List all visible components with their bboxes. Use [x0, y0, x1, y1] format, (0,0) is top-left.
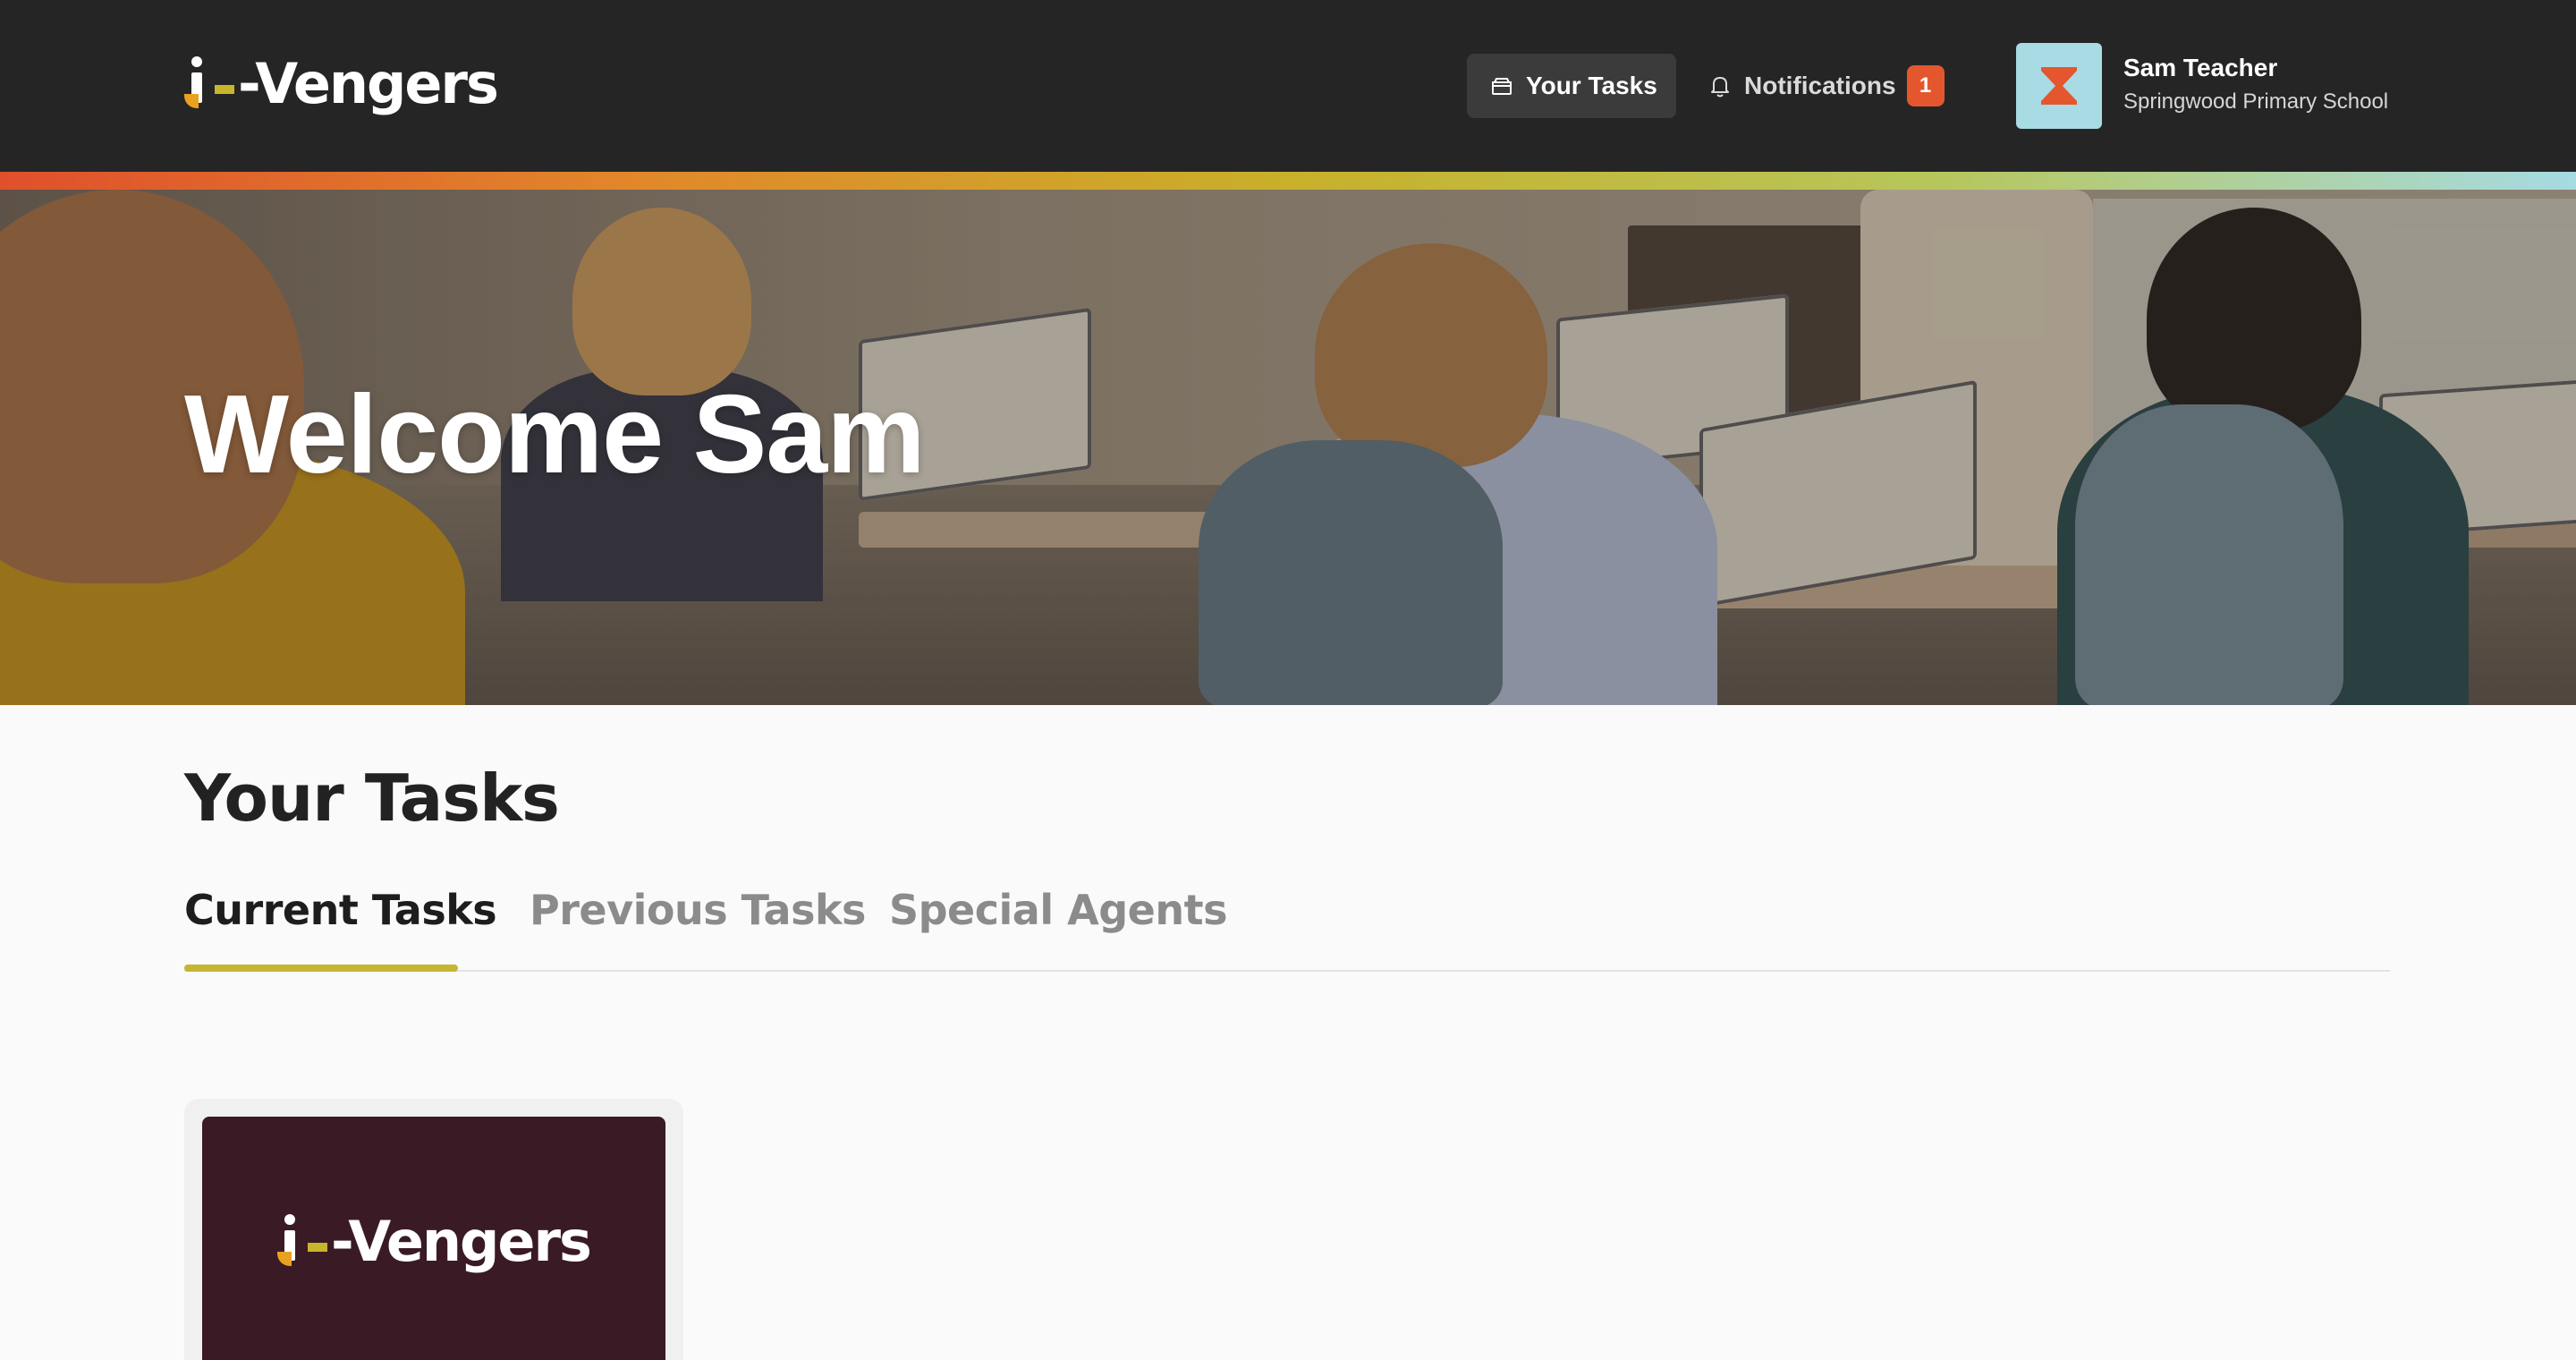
tab-special-agents[interactable]: Special Agents	[889, 886, 1227, 934]
user-school: Springwood Primary School	[2123, 89, 2389, 114]
task-card-logo: -Vengers	[277, 1209, 592, 1274]
task-tabs: Current Tasks Previous Tasks Special Age…	[184, 877, 2390, 972]
avatar[interactable]	[2016, 43, 2102, 129]
nav-your-tasks-label: Your Tasks	[1526, 72, 1657, 99]
tab-previous-tasks[interactable]: Previous Tasks	[530, 886, 866, 934]
hourglass-icon	[2041, 67, 2077, 105]
page-title: Your Tasks	[184, 761, 560, 836]
nav-notifications-button[interactable]: Notifications 1	[1703, 54, 1953, 118]
user-name[interactable]: Sam Teacher	[2123, 54, 2277, 82]
notifications-count-badge: 1	[1906, 65, 1945, 106]
task-card[interactable]: -Vengers	[184, 1099, 683, 1360]
nav-your-tasks-button[interactable]: Your Tasks	[1467, 54, 1676, 118]
hero-banner: Welcome Sam	[0, 190, 2576, 705]
header-accent-strip	[0, 172, 2576, 190]
logo-i-mark	[184, 53, 209, 115]
bell-icon	[1711, 77, 1729, 98]
nav-notifications-label: Notifications	[1744, 72, 1896, 99]
folder-icon	[1492, 78, 1512, 95]
task-card-thumbnail: -Vengers	[202, 1117, 665, 1360]
app-logo[interactable]: -Vengers	[184, 48, 499, 120]
top-navigation-bar: -Vengers Your Tasks Notifications 1 Sam …	[0, 0, 2576, 172]
logo-dash	[215, 85, 234, 94]
task-card-logo-text: -Vengers	[331, 1209, 592, 1274]
welcome-heading: Welcome Sam	[184, 373, 926, 497]
active-tab-indicator	[184, 965, 458, 972]
tab-current-tasks[interactable]: Current Tasks	[184, 886, 497, 934]
logo-text: -Vengers	[238, 51, 499, 116]
